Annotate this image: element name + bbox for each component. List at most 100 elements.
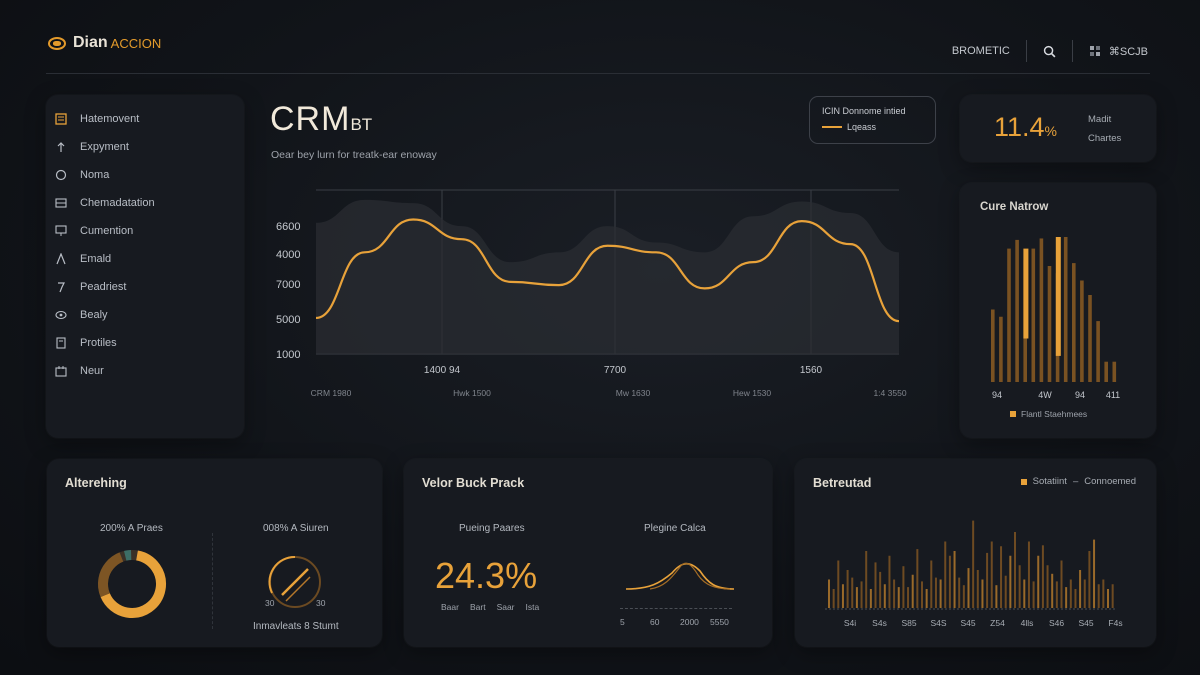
chart-legend[interactable]: ICIN Donnome intied Lqeass bbox=[809, 96, 936, 144]
x-tick-label: 1400 94 bbox=[424, 365, 461, 376]
top-bar: Dian ACCION BROMETIC ⌘SCJB bbox=[0, 0, 1200, 74]
histogram-bar bbox=[1063, 237, 1068, 382]
kpi-value: 11.4% bbox=[994, 112, 1057, 143]
bar bbox=[1023, 579, 1026, 608]
sidebar: Hatemovent Expyment Noma Chemadatation Cumen… bbox=[46, 95, 244, 438]
bar bbox=[1018, 565, 1021, 608]
x-axis-caption: 1:4 3550 bbox=[873, 388, 906, 398]
x-axis-caption: Hew 1530 bbox=[733, 388, 772, 398]
bar bbox=[911, 574, 914, 608]
bar bbox=[916, 549, 919, 608]
alterehing-card: Alterehing 200% A Praes 008% A Siuren 30… bbox=[47, 459, 382, 647]
card-title: Velor Buck Prack bbox=[422, 476, 525, 490]
bar bbox=[832, 589, 835, 608]
bar bbox=[869, 589, 872, 608]
x-axis-caption: Mw 1630 bbox=[616, 388, 651, 398]
sidebar-item-hatemovent[interactable]: Hatemovent bbox=[54, 105, 244, 133]
betreutad-card: Betreutad Sotatiint – Connoemed S4i S4s S8… bbox=[795, 459, 1156, 647]
sidebar-item-noma[interactable]: Noma bbox=[54, 161, 244, 189]
circle-icon bbox=[54, 168, 68, 182]
x-tick-label: S4s bbox=[872, 618, 887, 628]
histogram-legend-label: Flantl Staehmees bbox=[1021, 409, 1088, 419]
histogram-bar bbox=[1072, 263, 1076, 382]
brand[interactable]: Dian ACCION bbox=[48, 34, 161, 52]
sidebar-item-neur[interactable]: Neur bbox=[54, 357, 244, 385]
main-chart-panel: CRMBT Oear bey lurn for treatk-ear enowa… bbox=[262, 94, 936, 440]
sidebar-item-emald[interactable]: Emald bbox=[54, 245, 244, 273]
sidebar-item-protiles[interactable]: Protiles bbox=[54, 329, 244, 357]
big-percentage: 24.3% bbox=[435, 555, 538, 596]
bar bbox=[976, 570, 979, 608]
bar bbox=[1093, 539, 1096, 608]
page-title-text: CRM bbox=[270, 100, 351, 138]
x-tick-label: S45 bbox=[960, 618, 975, 628]
sidebar-item-label: Cumention bbox=[80, 225, 134, 237]
axis-tick-label: 5 bbox=[620, 617, 625, 627]
y-tick-label: 1000 bbox=[276, 349, 300, 361]
bar bbox=[893, 579, 896, 608]
bar bbox=[1074, 589, 1077, 608]
bar bbox=[1111, 584, 1114, 608]
search-button[interactable] bbox=[1043, 45, 1056, 58]
histogram-card: Cure Natrow 94 4W 94 411 Flantl Staehmees bbox=[960, 183, 1156, 438]
bar bbox=[1041, 545, 1044, 608]
top-menu-label[interactable]: BROMETIC bbox=[952, 45, 1010, 57]
user-menu[interactable]: ⌘SCJB bbox=[1089, 45, 1148, 58]
bar bbox=[990, 541, 993, 608]
bar bbox=[967, 568, 970, 608]
sidebar-item-label: Peadriest bbox=[80, 281, 127, 293]
bar bbox=[1009, 555, 1012, 608]
gauge-min-label: 30 bbox=[265, 598, 275, 608]
bar bbox=[921, 581, 923, 608]
bar bbox=[958, 577, 961, 608]
sidebar-item-peadriest[interactable]: Peadriest bbox=[54, 273, 244, 301]
list-icon bbox=[54, 112, 68, 126]
bar bbox=[1060, 560, 1063, 608]
brand-subtitle: ACCION bbox=[110, 35, 162, 51]
bar bbox=[841, 584, 844, 608]
sidebar-item-label: Hatemovent bbox=[80, 113, 140, 125]
histogram-highlight-bar bbox=[1023, 248, 1029, 339]
histogram-bar bbox=[991, 309, 995, 382]
sidebar-item-cumention[interactable]: Cumention bbox=[54, 217, 244, 245]
kpi-label-line1: Madit bbox=[1088, 114, 1112, 125]
grid-icon bbox=[54, 196, 68, 210]
bar bbox=[1097, 584, 1100, 608]
bar bbox=[1102, 579, 1105, 608]
x-tick-label: 1560 bbox=[800, 365, 823, 376]
x-tick-label: 4W bbox=[1038, 390, 1052, 400]
kpi-label-line2: Chartes bbox=[1088, 133, 1122, 144]
x-tick-label: 94 bbox=[1075, 390, 1085, 400]
x-tick-label: S4i bbox=[844, 618, 856, 628]
histogram-bar bbox=[1104, 361, 1108, 382]
bar bbox=[897, 587, 900, 608]
x-tick-label: 94 bbox=[992, 390, 1002, 400]
calendar-icon bbox=[54, 364, 68, 378]
brand-logo-icon bbox=[48, 36, 66, 50]
sidebar-item-label: Expyment bbox=[80, 141, 129, 153]
bar bbox=[1000, 546, 1003, 608]
bar bbox=[837, 560, 840, 608]
bar bbox=[1004, 575, 1007, 608]
histogram-chart: 94 4W 94 411 bbox=[991, 237, 1120, 400]
sidebar-item-expyment[interactable]: Expyment bbox=[54, 133, 244, 161]
histogram-bar bbox=[1096, 321, 1100, 382]
bar bbox=[939, 579, 942, 608]
histogram-bar bbox=[1007, 248, 1011, 382]
bar bbox=[948, 555, 951, 608]
card-title: Alterehing bbox=[65, 476, 127, 490]
y-tick-label: 6600 bbox=[276, 221, 300, 233]
left-metric-label: 200% A Praes bbox=[100, 523, 163, 534]
histogram-legend: Flantl Staehmees bbox=[1010, 409, 1087, 419]
bar bbox=[907, 587, 910, 608]
divider bbox=[1025, 40, 1027, 62]
sidebar-item-chemadatation[interactable]: Chemadatation bbox=[54, 189, 244, 217]
bar bbox=[865, 551, 868, 608]
x-axis-caption: Hwk 1500 bbox=[453, 388, 491, 398]
sidebar-item-label: Neur bbox=[80, 365, 104, 377]
bar bbox=[1065, 587, 1068, 608]
x-tick-label: Z54 bbox=[990, 618, 1005, 628]
gauge-caption: Inmavleats 8 Stumt bbox=[253, 621, 339, 632]
sidebar-item-bealy[interactable]: Bealy bbox=[54, 301, 244, 329]
settings-icon bbox=[1089, 46, 1100, 56]
